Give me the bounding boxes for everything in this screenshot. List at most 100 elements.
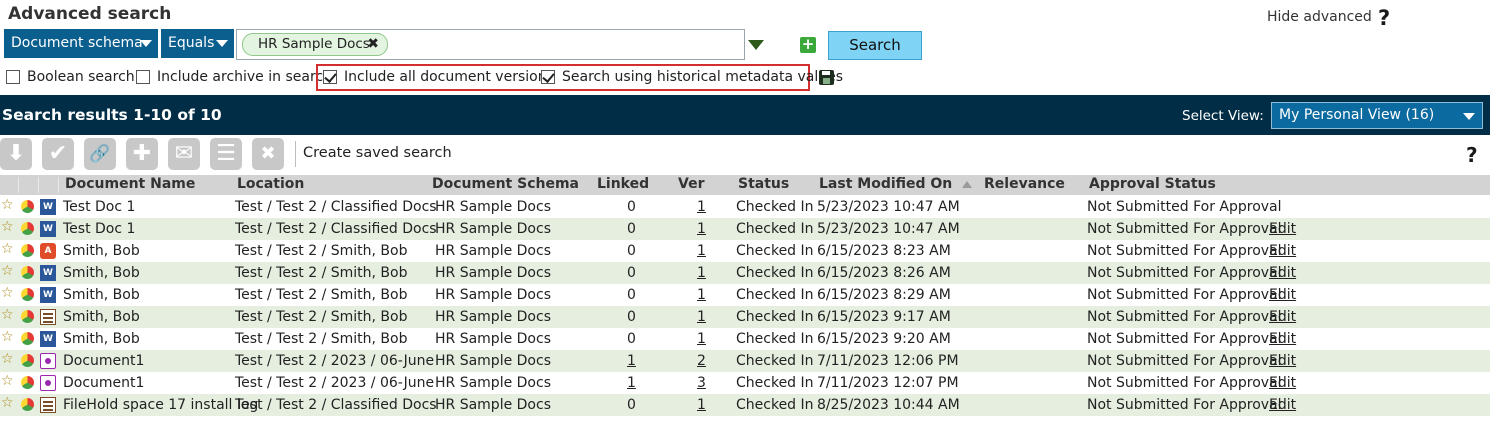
favorite-star-icon[interactable]: ☆: [1, 263, 14, 279]
historical-metadata-label: Search using historical metadata values: [562, 69, 844, 85]
document-schema: HR Sample Docs: [435, 243, 551, 259]
version-link[interactable]: 1: [697, 287, 706, 303]
field-select[interactable]: Document schema: [4, 29, 158, 58]
col-relevance[interactable]: Relevance: [984, 176, 1065, 192]
favorite-star-icon[interactable]: ☆: [1, 307, 14, 323]
include-archive-checkbox[interactable]: [136, 70, 150, 84]
generic-file-icon: [40, 353, 56, 369]
document-name[interactable]: Document1: [63, 375, 144, 391]
view-select[interactable]: My Personal View (16): [1271, 102, 1483, 129]
version-link[interactable]: 3: [697, 375, 706, 391]
pdf-icon: A: [40, 243, 56, 259]
last-modified: 6/15/2023 8:23 AM: [817, 243, 951, 259]
col-document-name[interactable]: Document Name: [65, 176, 195, 192]
results-header-bar: [0, 95, 1490, 135]
table-row[interactable]: ☆ W Smith, Bob Test / Test 2 / Smith, Bo…: [0, 262, 1490, 284]
help-icon[interactable]: ?: [1466, 143, 1478, 167]
col-location[interactable]: Location: [237, 176, 304, 192]
version-link[interactable]: 1: [697, 397, 706, 413]
document-name[interactable]: Test Doc 1: [63, 221, 135, 237]
search-button[interactable]: Search: [828, 31, 922, 60]
table-row[interactable]: ☆ Smith, Bob Test / Test 2 / Smith, Bob …: [0, 306, 1490, 328]
document-name[interactable]: Smith, Bob: [63, 309, 140, 325]
col-document-schema[interactable]: Document Schema: [432, 176, 579, 192]
col-linked[interactable]: Linked: [597, 176, 649, 192]
all-versions-checkbox[interactable]: [323, 70, 337, 84]
historical-metadata-checkbox[interactable]: [541, 70, 555, 84]
table-row[interactable]: ☆ W Test Doc 1 Test / Test 2 / Classifie…: [0, 218, 1490, 240]
download-icon[interactable]: ⬇: [0, 138, 32, 170]
document-name[interactable]: Document1: [63, 353, 144, 369]
help-icon[interactable]: ?: [1378, 6, 1390, 30]
edit-link[interactable]: Edit: [1269, 353, 1296, 369]
hide-advanced-link[interactable]: Hide advanced: [1267, 9, 1372, 25]
document-schema: HR Sample Docs: [435, 397, 551, 413]
document-name[interactable]: Smith, Bob: [63, 287, 140, 303]
document-name[interactable]: Smith, Bob: [63, 243, 140, 259]
puzzle-icon[interactable]: ✚: [126, 138, 158, 170]
table-row[interactable]: ☆ A Smith, Bob Test / Test 2 / Smith, Bo…: [0, 240, 1490, 262]
close-icon[interactable]: ✖: [252, 138, 284, 170]
version-link[interactable]: 1: [697, 199, 706, 215]
value-tag-input[interactable]: HR Sample Docs ✖: [236, 29, 745, 60]
remove-tag-icon[interactable]: ✖: [367, 34, 379, 55]
edit-link[interactable]: Edit: [1269, 243, 1296, 259]
favorite-star-icon[interactable]: ☆: [1, 373, 14, 389]
edit-link[interactable]: Edit: [1269, 331, 1296, 347]
version-link[interactable]: 1: [697, 243, 706, 259]
favorite-star-icon[interactable]: ☆: [1, 219, 14, 235]
favorite-star-icon[interactable]: ☆: [1, 197, 14, 213]
envelope-icon[interactable]: ✉: [168, 138, 200, 170]
col-approval-status[interactable]: Approval Status: [1089, 176, 1216, 192]
create-saved-search-link[interactable]: Create saved search: [303, 145, 452, 161]
dropdown-arrow-icon[interactable]: [748, 40, 764, 50]
favorite-star-icon[interactable]: ☆: [1, 395, 14, 411]
col-last-modified[interactable]: Last Modified On: [819, 176, 952, 192]
document-schema: HR Sample Docs: [435, 265, 551, 281]
favorite-star-icon[interactable]: ☆: [1, 351, 14, 367]
link-icon[interactable]: 🔗: [84, 138, 116, 170]
document-name[interactable]: Smith, Bob: [63, 331, 140, 347]
version-link[interactable]: 1: [697, 309, 706, 325]
status: Checked In: [736, 397, 814, 413]
table-row[interactable]: ☆ W Smith, Bob Test / Test 2 / Smith, Bo…: [0, 328, 1490, 350]
edit-link[interactable]: Edit: [1269, 397, 1296, 413]
location: Test / Test 2 / Classified Docs: [235, 199, 437, 215]
table-row[interactable]: ☆ W Test Doc 1 Test / Test 2 / Classifie…: [0, 196, 1490, 218]
edit-link[interactable]: Edit: [1269, 375, 1296, 391]
linked-count: 0: [627, 243, 636, 259]
version-link[interactable]: 1: [697, 221, 706, 237]
checkmark-icon[interactable]: ✔: [42, 138, 74, 170]
generic-file-icon: [40, 375, 56, 391]
favorite-star-icon[interactable]: ☆: [1, 285, 14, 301]
version-link[interactable]: 2: [697, 353, 706, 369]
edit-link[interactable]: Edit: [1269, 287, 1296, 303]
version-link[interactable]: 1: [697, 331, 706, 347]
linked-link[interactable]: 1: [627, 353, 636, 369]
document-name[interactable]: Test Doc 1: [63, 199, 135, 215]
boolean-search-checkbox[interactable]: [6, 70, 20, 84]
linked-link[interactable]: 1: [627, 375, 636, 391]
col-status[interactable]: Status: [738, 176, 789, 192]
text-file-icon: [40, 309, 56, 325]
document-list-icon[interactable]: ☰: [210, 138, 242, 170]
table-row[interactable]: ☆ W Smith, Bob Test / Test 2 / Smith, Bo…: [0, 284, 1490, 306]
include-archive-label: Include archive in search: [157, 69, 332, 85]
favorite-star-icon[interactable]: ☆: [1, 329, 14, 345]
document-name[interactable]: FileHold space 17 install log: [63, 397, 258, 413]
save-icon[interactable]: [819, 70, 834, 85]
add-criteria-button[interactable]: +: [800, 37, 816, 53]
last-modified: 6/15/2023 9:17 AM: [817, 309, 951, 325]
status-indicator-icon: [21, 310, 34, 323]
favorite-star-icon[interactable]: ☆: [1, 241, 14, 257]
edit-link[interactable]: Edit: [1269, 265, 1296, 281]
col-ver[interactable]: Ver: [678, 176, 704, 192]
table-row[interactable]: ☆ Document1 Test / Test 2 / 2023 / 06-Ju…: [0, 372, 1490, 394]
version-link[interactable]: 1: [697, 265, 706, 281]
table-row[interactable]: ☆ Document1 Test / Test 2 / 2023 / 06-Ju…: [0, 350, 1490, 372]
table-row[interactable]: ☆ FileHold space 17 install log Test / T…: [0, 394, 1490, 416]
document-name[interactable]: Smith, Bob: [63, 265, 140, 281]
edit-link[interactable]: Edit: [1269, 221, 1296, 237]
edit-link[interactable]: Edit: [1269, 309, 1296, 325]
operator-select[interactable]: Equals: [161, 29, 234, 58]
